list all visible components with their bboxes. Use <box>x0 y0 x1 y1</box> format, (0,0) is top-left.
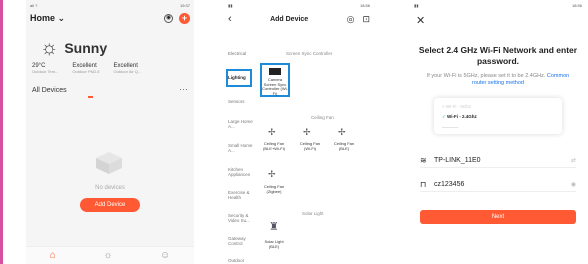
lock-icon: ⊓ <box>420 180 427 189</box>
tab-indicator <box>88 96 93 98</box>
status-time: 18:56 <box>571 2 582 8</box>
back-icon[interactable]: ‹ <box>228 13 232 25</box>
category-electrical[interactable]: Electrical <box>228 51 256 56</box>
stat-pm25: Excellent Outdoor PM2.5 <box>72 63 100 74</box>
phone-wifi-setup-screen: ▮▮ 18:56 ✕ Select 2.4 GHz Wi-Fi Network … <box>410 0 586 264</box>
device-solar-light-ble[interactable]: Solar Light (BLE) <box>260 239 288 249</box>
category-small-home[interactable]: Small Home A... <box>228 143 256 153</box>
band-placeholder: ━━━━━━ <box>442 125 459 130</box>
next-button[interactable]: Next <box>420 210 576 224</box>
section-ceiling-fan: Ceiling Fan <box>311 115 334 120</box>
status-bar: ▮▮ 18:56 <box>224 0 374 10</box>
more-icon[interactable]: ··· <box>179 84 188 94</box>
add-device-button[interactable]: Add Device <box>80 198 140 212</box>
stat-temperature: 29°C Outdoor Tem... <box>32 63 59 74</box>
ceiling-fan-icon: ✢ <box>268 169 276 179</box>
signal-icon: ▮▮ <box>228 2 233 8</box>
phone-home-screen: ail ? 19:37 Home ⌄ ◉ + ☼ Sunny 29°C Outd… <box>26 0 194 264</box>
category-kitchen[interactable]: Kitchen Appliances <box>228 167 256 177</box>
weather-widget: ☼ Sunny <box>40 38 107 58</box>
status-left: ail ? <box>30 2 38 8</box>
signal-icon: ▮▮ <box>414 2 419 8</box>
home-title-dropdown[interactable]: Home ⌄ <box>30 13 65 24</box>
ceiling-fan-icon: ✢ <box>338 127 346 137</box>
home-nav-icon[interactable]: ⌂ <box>50 250 56 261</box>
category-large-home[interactable]: Large Home A... <box>228 119 256 129</box>
solar-light-icon: ♜ <box>269 221 279 233</box>
scene-nav-icon[interactable]: ☼ <box>103 250 112 261</box>
qr-scan-icon[interactable]: ⊡ <box>362 14 370 25</box>
add-device-header: ‹ Add Device ◎ ⊡ <box>224 10 374 28</box>
band-2-4ghz: ✓ Wi-Fi - 2.4Ghz <box>442 114 477 119</box>
ceiling-fan-icon: ✢ <box>268 127 276 137</box>
status-time: 19:37 <box>179 2 190 8</box>
ceiling-fan-icon: ✢ <box>303 127 311 137</box>
section-screen-sync: Screen Sync Controller <box>286 51 333 56</box>
category-outdoor[interactable]: Outdoor <box>228 258 256 263</box>
switch-network-icon[interactable]: ⇄ <box>571 157 576 164</box>
status-bar: ▮▮ 18:56 <box>410 0 586 10</box>
device-ceiling-fan-zigbee[interactable]: Ceiling Fan (Zigbee) <box>260 184 288 194</box>
weather-stats: 29°C Outdoor Tem... Excellent Outdoor PM… <box>32 63 141 74</box>
wifi-icon: ≋ <box>420 156 427 165</box>
band-illustration: × Wi-Fi - 5Ghz ✓ Wi-Fi - 2.4Ghz ━━━━━━ <box>434 98 562 134</box>
password-value: cz123456 <box>434 181 465 188</box>
subtitle: If your Wi-Fi is 5GHz, please set it to … <box>426 73 570 86</box>
device-ceiling-fan-ble-wifi[interactable]: Ceiling Fan (BLE+Wi-Fi) <box>260 141 288 151</box>
section-solar-light: Solar Light <box>302 211 324 216</box>
bottom-nav: ⌂ ☼ ☺ <box>26 246 194 264</box>
band-5ghz: × Wi-Fi - 5Ghz <box>442 104 472 109</box>
me-nav-icon[interactable]: ☺ <box>160 250 170 261</box>
tab-all-devices[interactable]: All Devices <box>32 87 67 94</box>
category-sensors[interactable]: Sensors <box>228 99 256 104</box>
category-gateway[interactable]: Gateway Control <box>228 236 256 246</box>
status-time: 18:56 <box>359 2 370 8</box>
show-password-icon[interactable]: ◉ <box>571 181 576 188</box>
page-title: Add Device <box>270 15 309 23</box>
page-title: Select 2.4 GHz Wi-Fi Network and enter p… <box>418 45 578 66</box>
category-exercise[interactable]: Exercise & Health <box>228 190 256 200</box>
weather-label: Sunny <box>64 40 108 56</box>
category-security[interactable]: Security & Video Su... <box>228 213 256 223</box>
device-screen-sync-controller[interactable]: Camera Screen Sync Controller (Wi-Fi) <box>262 77 288 96</box>
empty-box-icon <box>96 152 122 174</box>
close-icon[interactable]: ✕ <box>416 14 425 27</box>
status-bar: ail ? 19:37 <box>26 0 194 10</box>
device-ceiling-fan-wifi[interactable]: Ceiling Fan (Wi-Fi) <box>296 141 324 151</box>
phone-add-device-screen: ▮▮ 18:56 ‹ Add Device ◎ ⊡ Electrical Lig… <box>224 0 374 264</box>
add-icon[interactable]: + <box>179 12 190 24</box>
sun-icon: ☼ <box>40 37 59 59</box>
device-ceiling-fan-ble[interactable]: Ceiling Fan (BLE) <box>330 141 358 151</box>
network-name: TP-LINK_11E0 <box>434 157 481 164</box>
no-devices-text: No devices <box>95 185 125 191</box>
screen-sync-icon <box>269 68 281 75</box>
password-field[interactable]: ⊓ cz123456 ◉ <box>420 178 576 192</box>
category-highlight <box>226 69 252 87</box>
stat-air-quality: Excellent Outdoor Air Q... <box>113 63 142 74</box>
scan-devices-icon[interactable]: ◎ <box>347 14 355 25</box>
wifi-network-field[interactable]: ≋ TP-LINK_11E0 ⇄ <box>420 154 576 168</box>
home-header: Home ⌄ ◉ + <box>26 10 194 26</box>
voice-icon[interactable]: ◉ <box>164 13 173 23</box>
